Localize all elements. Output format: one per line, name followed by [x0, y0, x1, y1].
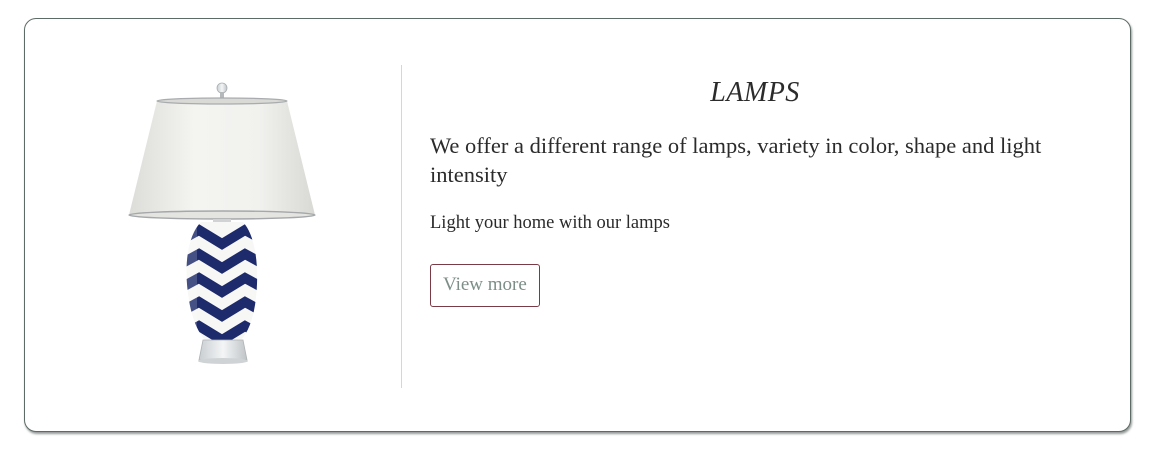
vertical-divider	[401, 65, 402, 388]
lamp-product-image	[115, 74, 330, 374]
product-category-card: LAMPS We offer a different range of lamp…	[24, 18, 1131, 432]
card-description: We offer a different range of lamps, var…	[430, 133, 1042, 187]
view-more-button[interactable]: View more	[430, 264, 540, 307]
card-tagline: Light your home with our lamps	[430, 213, 670, 233]
card-content: LAMPS We offer a different range of lamp…	[430, 77, 1080, 307]
table-lamp-chevron-icon	[128, 82, 316, 364]
card-title: LAMPS	[710, 77, 800, 108]
